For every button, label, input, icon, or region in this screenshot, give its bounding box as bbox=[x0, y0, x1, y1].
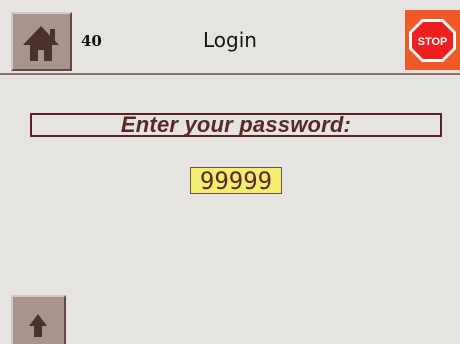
password-field[interactable]: 99999 bbox=[190, 167, 282, 194]
password-prompt: Enter your password: bbox=[30, 113, 442, 137]
home-button[interactable] bbox=[11, 12, 72, 71]
stop-button[interactable]: STOP bbox=[405, 10, 460, 70]
login-screen: 40 Login STOP Enter your password: 99999 bbox=[0, 0, 460, 344]
home-icon bbox=[13, 14, 70, 69]
stop-sign-icon: STOP bbox=[405, 10, 460, 70]
up-arrow-icon bbox=[13, 297, 64, 344]
header-divider bbox=[0, 73, 460, 75]
page-title: Login bbox=[203, 28, 257, 52]
stop-sign-label: STOP bbox=[418, 36, 448, 48]
screen-number: 40 bbox=[81, 32, 102, 50]
up-button[interactable] bbox=[11, 295, 66, 344]
header-bar: 40 Login STOP bbox=[0, 0, 460, 73]
